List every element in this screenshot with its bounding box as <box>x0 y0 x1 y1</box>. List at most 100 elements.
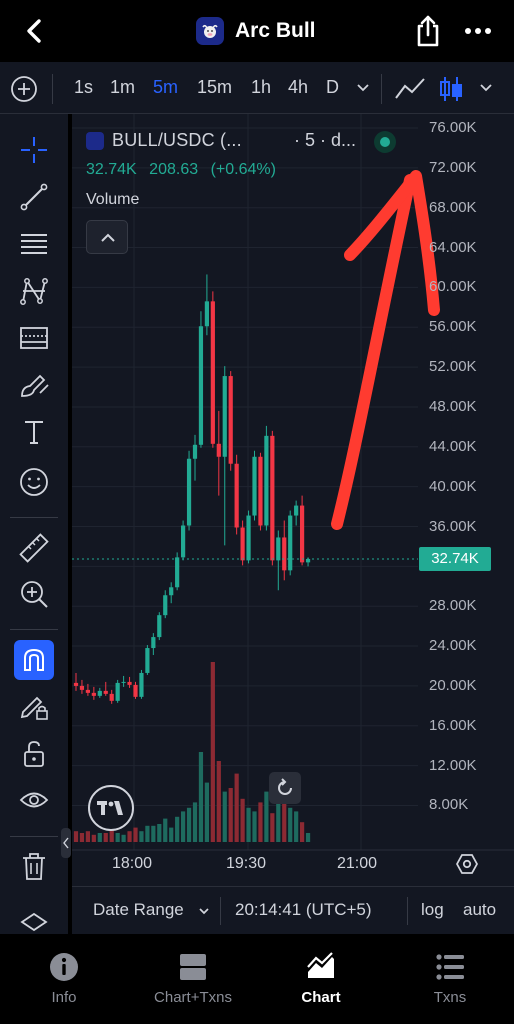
time-label: 18:00 <box>112 855 153 872</box>
legend-symbol-row: BULL/USDC (... · 5 · d... <box>86 130 356 151</box>
volume-bar <box>181 811 186 842</box>
candle-body <box>240 527 245 561</box>
tradingview-logo[interactable] <box>88 785 134 831</box>
price-axis-label: 68.00K <box>429 198 477 216</box>
market-status-icon[interactable] <box>374 131 396 153</box>
text-icon <box>25 421 43 444</box>
sidebar-divider <box>10 629 58 630</box>
candle-body <box>186 458 192 526</box>
interval-4h[interactable]: 4h <box>288 77 308 98</box>
candle-body <box>133 684 138 697</box>
tab-info[interactable]: Info <box>14 952 114 1006</box>
candle-body <box>91 692 96 696</box>
volume-bar <box>228 788 233 842</box>
add-indicator-icon[interactable] <box>10 75 38 103</box>
trend-line-tool[interactable] <box>16 179 52 215</box>
candle-body <box>204 301 209 327</box>
prediction-icon <box>20 327 48 349</box>
volume-bar <box>234 773 239 842</box>
chevron-left-icon[interactable] <box>20 16 50 46</box>
interval-15m[interactable]: 15m <box>197 77 232 98</box>
brush-icon <box>21 374 49 397</box>
legend-change-pct: (+0.64%) <box>210 161 276 178</box>
chart-panel[interactable]: BULL/USDC (... · 5 · d... 32.74K 208.63 … <box>72 114 514 886</box>
interval-1h[interactable]: 1h <box>251 77 271 98</box>
chevron-down-icon[interactable] <box>478 80 494 96</box>
share-icon[interactable] <box>412 14 444 48</box>
chevron-down-icon[interactable] <box>355 80 371 96</box>
legend-last-price: 32.74K <box>86 161 137 178</box>
chevron-down-icon[interactable] <box>197 905 211 919</box>
chart-toolbar: 1s 1m 5m 15m 1h 4h D <box>0 62 514 114</box>
volume-bar <box>288 807 293 842</box>
line-chart-icon[interactable] <box>394 76 426 102</box>
price-axis-label: 56.00K <box>429 318 477 336</box>
volume-bar <box>139 831 144 842</box>
legend-collapse-button[interactable] <box>86 220 128 254</box>
emoji-tool[interactable] <box>16 464 52 500</box>
tab-label: Info <box>51 989 77 1006</box>
date-range-dropdown[interactable]: Date Range <box>93 900 184 920</box>
refresh-icon <box>278 778 292 795</box>
settings-icon[interactable] <box>456 853 478 875</box>
price-axis-label: 72.00K <box>429 158 477 176</box>
prediction-tool[interactable] <box>16 320 52 356</box>
brush-tool[interactable] <box>16 367 52 403</box>
candle-body <box>73 682 79 686</box>
token-title: Arc Bull <box>196 14 316 48</box>
lock-drawings-tool[interactable] <box>16 688 52 724</box>
sidebar-collapse-handle[interactable] <box>61 828 71 858</box>
emoji-icon <box>20 468 48 496</box>
hide-tool[interactable] <box>16 782 52 818</box>
price-axis-label: 20.00K <box>429 676 477 694</box>
candle-body <box>109 693 114 701</box>
timezone-clock[interactable]: 20:14:41 (UTC+5) <box>235 900 372 920</box>
candle-body <box>115 682 120 701</box>
sidebar-divider <box>10 517 58 518</box>
candle-body <box>157 615 162 638</box>
tab-label: Chart <box>301 989 341 1006</box>
legend-meta: · 5 · d... <box>294 130 357 150</box>
volume-legend[interactable]: Volume <box>86 191 139 209</box>
candle-body <box>228 376 233 464</box>
auto-scale-toggle[interactable]: auto <box>463 900 496 920</box>
interval-1m[interactable]: 1m <box>110 77 135 98</box>
ellipsis-icon[interactable] <box>462 20 494 42</box>
magnet-tool[interactable] <box>14 640 54 680</box>
chevron-up-icon <box>101 233 115 242</box>
trash-icon <box>23 853 45 880</box>
candle-body <box>246 515 251 561</box>
pattern-tool[interactable] <box>16 273 52 309</box>
price-axis-label: 24.00K <box>429 637 477 655</box>
ruler-tool[interactable] <box>16 530 52 566</box>
volume-bar <box>109 829 114 842</box>
candles-icon[interactable] <box>438 74 464 104</box>
legend-symbol[interactable]: BULL/USDC (... <box>112 130 242 151</box>
interval-5m[interactable]: 5m <box>153 77 178 98</box>
tab-chart[interactable]: Chart <box>271 952 371 1006</box>
candle-body <box>234 463 239 528</box>
text-tool[interactable] <box>16 414 52 450</box>
unlock-icon <box>24 741 44 767</box>
volume-bar <box>79 833 85 842</box>
volume-bar <box>97 833 102 842</box>
interval-d[interactable]: D <box>326 77 339 98</box>
price-axis-label: 12.00K <box>429 756 477 774</box>
lock-tool[interactable] <box>16 736 52 772</box>
bull-logo-icon <box>86 131 104 150</box>
fib-retracement-tool[interactable] <box>16 226 52 262</box>
tab-txns[interactable]: Txns <box>400 952 500 1006</box>
tab-chart-txns[interactable]: Chart+Txns <box>143 952 243 1006</box>
volume-bar <box>169 827 174 842</box>
volume-bar <box>121 834 126 842</box>
legend-values-row: 32.74K 208.63 (+0.64%) <box>86 161 284 179</box>
fib-icon <box>21 234 47 254</box>
log-scale-toggle[interactable]: log <box>421 900 444 920</box>
interval-1s[interactable]: 1s <box>74 77 93 98</box>
trash-tool[interactable] <box>16 848 52 884</box>
volume-bar <box>204 782 209 842</box>
candle-body <box>181 525 186 558</box>
reset-chart-button[interactable] <box>269 772 301 804</box>
crosshair-tool[interactable] <box>16 132 52 168</box>
zoom-in-tool[interactable] <box>16 576 52 612</box>
